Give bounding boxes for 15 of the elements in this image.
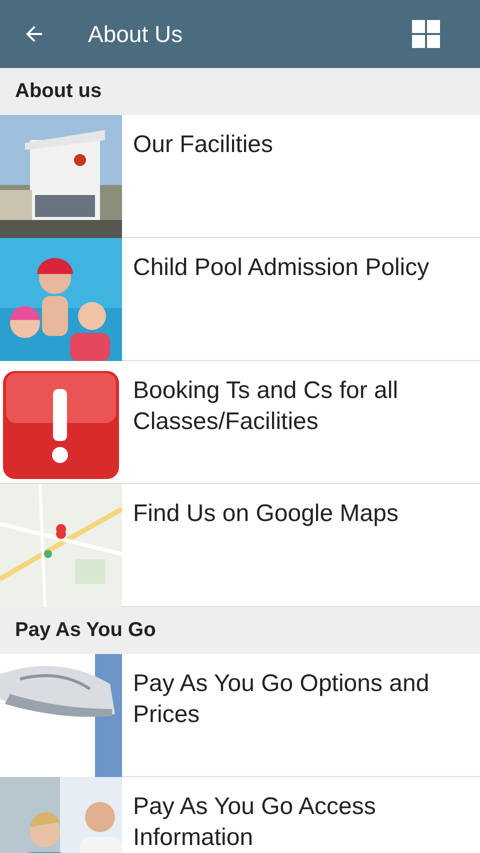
list-item[interactable]: Child Pool Admission Policy bbox=[0, 238, 480, 361]
grid-icon[interactable] bbox=[412, 20, 440, 48]
list-item[interactable]: Pay As You Go Access Information bbox=[0, 777, 480, 853]
item-title: Pay As You Go Access Information bbox=[132, 792, 377, 853]
item-title: Pay As You Go Options and Prices bbox=[132, 669, 430, 730]
list-item[interactable]: Our Facilities bbox=[0, 115, 480, 238]
screen-title: About Us bbox=[88, 20, 184, 48]
item-title: Find Us on Google Maps bbox=[132, 499, 400, 529]
section-header: Pay As You Go bbox=[0, 607, 480, 654]
item-title: Child Pool Admission Policy bbox=[132, 253, 430, 283]
item-title: Booking Ts and Cs for all Classes/Facilities bbox=[132, 376, 400, 437]
section-header: About us bbox=[0, 68, 480, 115]
list-item[interactable]: Booking Ts and Cs for all Classes/Facilities bbox=[0, 361, 480, 484]
item-title: Our Facilities bbox=[132, 130, 274, 160]
list-item[interactable]: Find Us on Google Maps bbox=[0, 484, 480, 607]
